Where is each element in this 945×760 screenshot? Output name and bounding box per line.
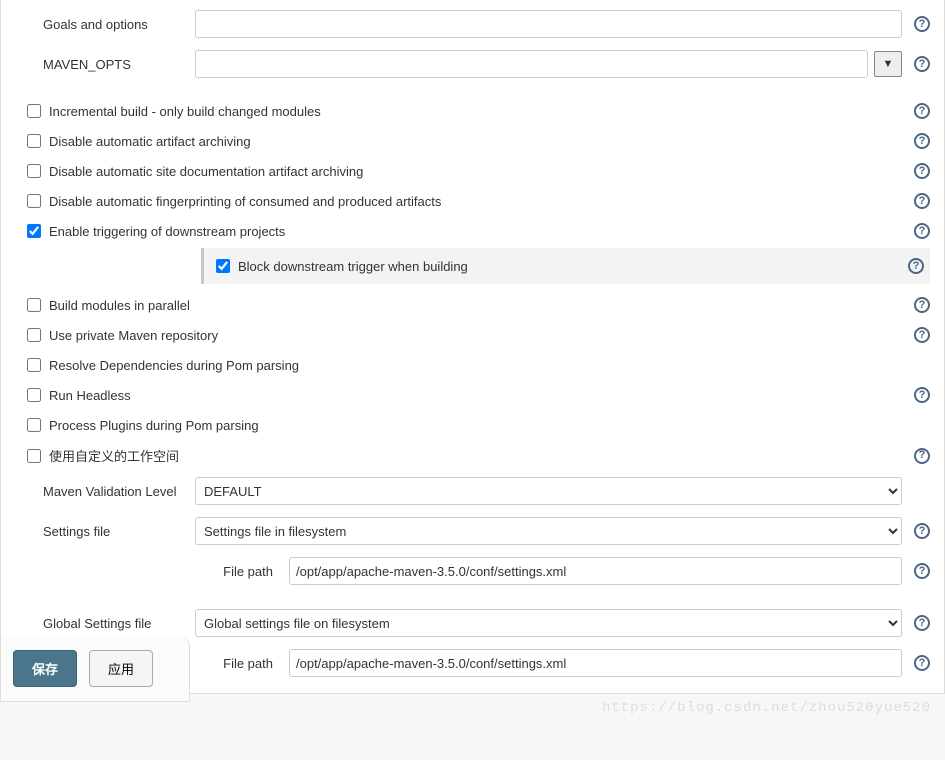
maven-opts-input[interactable] xyxy=(195,50,868,78)
help-icon[interactable]: ? xyxy=(914,297,930,313)
build-parallel-label: Build modules in parallel xyxy=(49,298,902,313)
block-downstream-label: Block downstream trigger when building xyxy=(238,259,896,274)
help-icon[interactable]: ? xyxy=(914,563,930,579)
process-plugins-pom-row: Process Plugins during Pom parsing xyxy=(11,410,934,440)
disable-site-archiving-row: Disable automatic site documentation art… xyxy=(11,156,934,186)
goals-row: Goals and options ? xyxy=(11,4,934,44)
help-icon[interactable]: ? xyxy=(914,223,930,239)
custom-workspace-label: 使用自定义的工作空间 xyxy=(49,446,902,465)
maven-opts-label: MAVEN_OPTS xyxy=(15,57,195,72)
build-parallel-checkbox[interactable] xyxy=(27,298,41,312)
chevron-down-icon: ▼ xyxy=(883,59,894,70)
goals-input[interactable] xyxy=(195,10,902,38)
disable-fingerprinting-label: Disable automatic fingerprinting of cons… xyxy=(49,194,902,209)
settings-file-label: Settings file xyxy=(15,524,195,539)
run-headless-label: Run Headless xyxy=(49,388,902,403)
help-icon[interactable]: ? xyxy=(914,193,930,209)
maven-validation-label: Maven Validation Level xyxy=(15,484,195,499)
file-path-label: File path xyxy=(15,564,289,579)
process-plugins-pom-label: Process Plugins during Pom parsing xyxy=(49,418,902,433)
resolve-deps-pom-row: Resolve Dependencies during Pom parsing xyxy=(11,350,934,380)
custom-workspace-checkbox[interactable] xyxy=(27,449,41,463)
enable-downstream-checkbox[interactable] xyxy=(27,224,41,238)
disable-site-archiving-label: Disable automatic site documentation art… xyxy=(49,164,902,179)
disable-fingerprinting-row: Disable automatic fingerprinting of cons… xyxy=(11,186,934,216)
resolve-deps-pom-label: Resolve Dependencies during Pom parsing xyxy=(49,358,902,373)
process-plugins-pom-checkbox[interactable] xyxy=(27,418,41,432)
help-icon[interactable]: ? xyxy=(908,258,924,274)
help-icon[interactable]: ? xyxy=(914,56,930,72)
expand-button[interactable]: ▼ xyxy=(874,51,902,77)
maven-validation-select[interactable]: DEFAULT xyxy=(195,477,902,505)
help-icon[interactable]: ? xyxy=(914,655,930,671)
build-parallel-row: Build modules in parallel ? xyxy=(11,290,934,320)
custom-workspace-row: 使用自定义的工作空间 ? xyxy=(11,440,934,471)
help-icon[interactable]: ? xyxy=(914,448,930,464)
disable-artifact-archiving-label: Disable automatic artifact archiving xyxy=(49,134,902,149)
settings-file-select[interactable]: Settings file in filesystem xyxy=(195,517,902,545)
enable-downstream-label: Enable triggering of downstream projects xyxy=(49,224,902,239)
help-icon[interactable]: ? xyxy=(914,133,930,149)
incremental-build-row: Incremental build - only build changed m… xyxy=(11,96,934,126)
help-icon[interactable]: ? xyxy=(914,16,930,32)
goals-label: Goals and options xyxy=(15,17,195,32)
use-private-repo-row: Use private Maven repository ? xyxy=(11,320,934,350)
run-headless-checkbox[interactable] xyxy=(27,388,41,402)
run-headless-row: Run Headless ? xyxy=(11,380,934,410)
use-private-repo-checkbox[interactable] xyxy=(27,328,41,342)
watermark: https://blog.csdn.net/zhou520yue520 xyxy=(602,700,931,716)
save-button[interactable]: 保存 xyxy=(13,650,77,687)
maven-config-panel: Goals and options ? MAVEN_OPTS ▼ ? Incre… xyxy=(0,0,945,694)
incremental-build-checkbox[interactable] xyxy=(27,104,41,118)
apply-button[interactable]: 应用 xyxy=(89,650,153,687)
help-icon[interactable]: ? xyxy=(914,387,930,403)
help-icon[interactable]: ? xyxy=(914,615,930,631)
block-downstream-checkbox[interactable] xyxy=(216,259,230,273)
settings-file-path-row: File path ? xyxy=(11,551,934,591)
settings-file-path-input[interactable] xyxy=(289,557,902,585)
action-bar: 保存 应用 xyxy=(0,636,190,702)
disable-site-archiving-checkbox[interactable] xyxy=(27,164,41,178)
disable-artifact-archiving-checkbox[interactable] xyxy=(27,134,41,148)
settings-file-row: Settings file Settings file in filesyste… xyxy=(11,511,934,551)
use-private-repo-label: Use private Maven repository xyxy=(49,328,902,343)
disable-fingerprinting-checkbox[interactable] xyxy=(27,194,41,208)
global-settings-file-select[interactable]: Global settings file on filesystem xyxy=(195,609,902,637)
resolve-deps-pom-checkbox[interactable] xyxy=(27,358,41,372)
incremental-build-label: Incremental build - only build changed m… xyxy=(49,104,902,119)
global-settings-file-path-input[interactable] xyxy=(289,649,902,677)
enable-downstream-row: Enable triggering of downstream projects… xyxy=(11,216,934,246)
help-icon[interactable]: ? xyxy=(914,103,930,119)
help-icon[interactable]: ? xyxy=(914,327,930,343)
help-icon[interactable]: ? xyxy=(914,163,930,179)
maven-validation-row: Maven Validation Level DEFAULT xyxy=(11,471,934,511)
global-settings-file-label: Global Settings file xyxy=(15,616,195,631)
block-downstream-row: Block downstream trigger when building ? xyxy=(201,248,930,284)
help-icon[interactable]: ? xyxy=(914,523,930,539)
maven-opts-row: MAVEN_OPTS ▼ ? xyxy=(11,44,934,84)
disable-artifact-archiving-row: Disable automatic artifact archiving ? xyxy=(11,126,934,156)
